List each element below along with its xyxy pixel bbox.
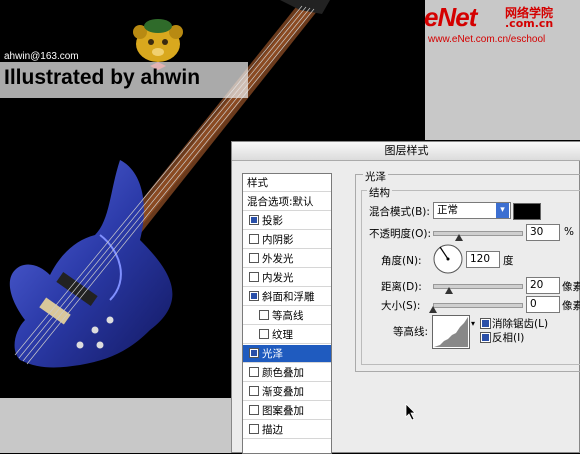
size-unit: 像素	[562, 300, 580, 312]
distance-input[interactable]: 20	[526, 277, 560, 294]
style-item-bevel-emboss[interactable]: 斜面和浮雕	[243, 288, 331, 306]
style-item-label: 光泽	[262, 348, 283, 360]
checkbox-icon[interactable]	[249, 291, 259, 301]
canvas-gray-area-bottom	[0, 398, 240, 453]
style-item-pattern-overlay[interactable]: 图案叠加	[243, 402, 331, 420]
style-item-inner-shadow[interactable]: 内阴影	[243, 231, 331, 249]
opacity-unit: %	[564, 226, 574, 238]
anti-alias-label: 消除锯齿(L)	[492, 318, 549, 330]
style-list-header[interactable]: 样式	[243, 174, 331, 192]
style-item-inner-glow[interactable]: 内发光	[243, 269, 331, 287]
checkbox-icon[interactable]	[249, 367, 259, 377]
style-item-label: 图案叠加	[262, 405, 304, 417]
slider-thumb-icon[interactable]	[445, 287, 453, 294]
angle-dial-icon[interactable]	[432, 243, 464, 275]
style-item-label: 内发光	[262, 272, 294, 284]
checkbox-icon[interactable]	[249, 405, 259, 415]
slider-thumb-icon[interactable]	[455, 234, 463, 241]
contour-preview-icon[interactable]	[432, 315, 470, 349]
contour-label: 等高线:	[393, 326, 429, 338]
style-item-label: 内阴影	[262, 234, 294, 246]
checkbox-icon[interactable]	[249, 424, 259, 434]
opacity-input[interactable]: 30	[526, 224, 560, 241]
checkbox-icon[interactable]	[259, 329, 269, 339]
checkbox-icon[interactable]	[259, 310, 269, 320]
checkbox-icon[interactable]	[249, 272, 259, 282]
opacity-label: 不透明度(O):	[369, 228, 431, 240]
style-item-label: 等高线	[272, 310, 304, 322]
author-email: ahwin@163.com	[4, 51, 79, 62]
angle-label: 角度(N):	[381, 255, 422, 267]
style-item-contour[interactable]: 等高线	[243, 307, 331, 325]
blending-options-item[interactable]: 混合选项:默认	[243, 193, 331, 211]
chevron-down-icon[interactable]: ▾	[471, 319, 479, 329]
style-item-stroke[interactable]: 描边	[243, 421, 331, 439]
opacity-slider[interactable]	[433, 231, 523, 236]
slider-thumb-icon[interactable]	[429, 306, 437, 313]
style-item-label: 描边	[262, 424, 283, 436]
credit-text: Illustrated by ahwin	[4, 66, 201, 89]
anti-alias-checkbox[interactable]	[480, 318, 491, 329]
color-swatch[interactable]	[513, 203, 541, 220]
enet-logo: eNet	[424, 2, 477, 32]
style-item-gradient-overlay[interactable]: 渐变叠加	[243, 383, 331, 401]
size-input[interactable]: 0	[526, 296, 560, 313]
invert-checkbox[interactable]	[480, 332, 491, 343]
size-slider[interactable]	[433, 303, 523, 308]
angle-input[interactable]: 120	[466, 251, 500, 268]
size-label: 大小(S):	[381, 300, 421, 312]
chevron-down-icon[interactable]: ▾	[496, 203, 509, 218]
style-item-color-overlay[interactable]: 颜色叠加	[243, 364, 331, 382]
checkbox-icon[interactable]	[249, 386, 259, 396]
distance-label: 距离(D):	[381, 281, 422, 293]
checkbox-icon[interactable]	[249, 234, 259, 244]
dialog-title: 图层样式	[232, 142, 580, 161]
style-list: 样式 混合选项:默认 投影 内阴影 外发光 内发光 斜面和浮雕 等高线 纹理 光…	[242, 173, 332, 454]
blend-mode-label: 混合模式(B):	[369, 206, 430, 218]
group-title: 结构	[367, 185, 392, 200]
style-item-satin[interactable]: 光泽	[243, 345, 331, 363]
checkbox-icon[interactable]	[249, 348, 259, 358]
style-item-label: 外发光	[262, 253, 294, 265]
mouse-cursor-icon	[405, 403, 416, 421]
checkbox-icon[interactable]	[249, 253, 259, 263]
style-item-label: 投影	[262, 215, 283, 227]
style-item-drop-shadow[interactable]: 投影	[243, 212, 331, 230]
angle-unit: 度	[503, 255, 514, 267]
blend-mode-value: 正常	[437, 204, 458, 216]
style-item-label: 渐变叠加	[262, 386, 304, 398]
invert-label: 反相(I)	[492, 332, 525, 344]
style-item-label: 纹理	[272, 329, 293, 341]
style-item-outer-glow[interactable]: 外发光	[243, 250, 331, 268]
enet-logo-url: www.eNet.com.cn/eschool	[428, 34, 546, 45]
section-title: 光泽	[363, 169, 388, 184]
style-item-label: 颜色叠加	[262, 367, 304, 379]
layer-style-dialog: 图层样式 样式 混合选项:默认 投影 内阴影 外发光 内发光 斜面和浮雕 等高线…	[231, 141, 580, 454]
style-item-texture[interactable]: 纹理	[243, 326, 331, 344]
enet-logo-domain: .com.cn	[505, 17, 554, 30]
style-item-label: 斜面和浮雕	[262, 291, 315, 303]
checkbox-icon[interactable]	[249, 215, 259, 225]
satin-panel: 光泽 结构 混合模式(B): 正常 ▾ 不透明度(O): 30 % 角度(N):…	[349, 164, 580, 454]
distance-unit: 像素	[562, 281, 580, 293]
